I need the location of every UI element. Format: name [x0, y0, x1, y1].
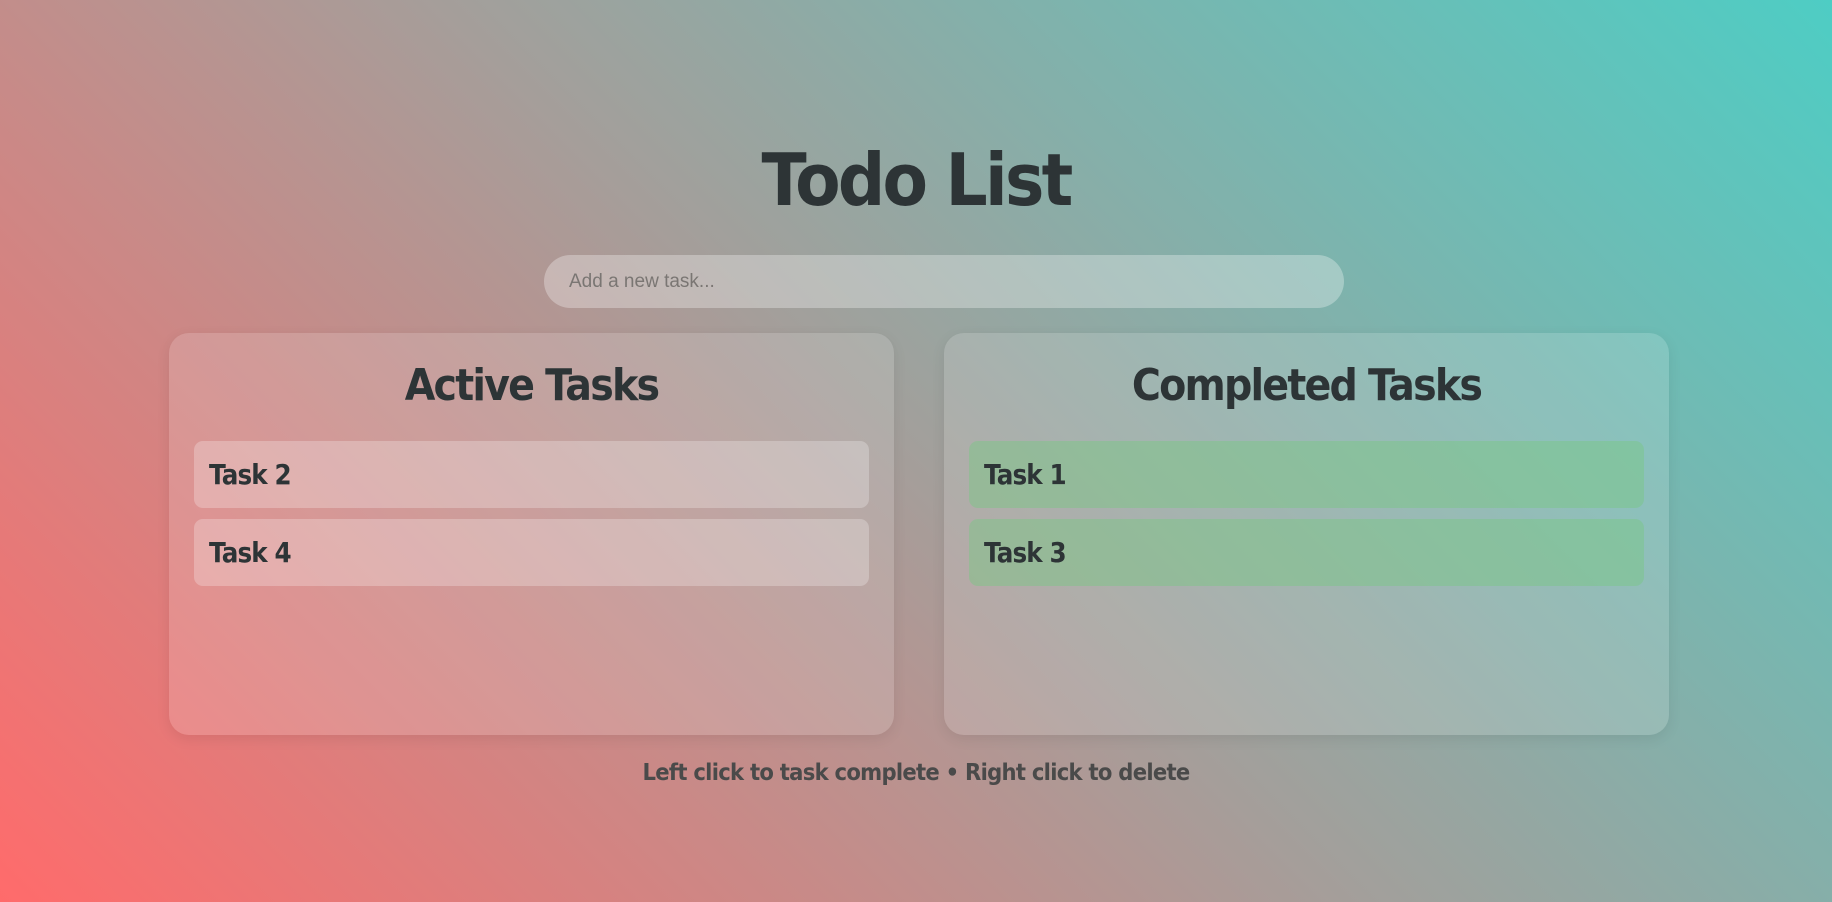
task-label: Task 3	[984, 536, 1067, 569]
active-task-item[interactable]: Task 2	[194, 441, 869, 508]
task-label: Task 1	[984, 458, 1067, 491]
usage-hint: Left click to task complete • Right clic…	[642, 760, 1191, 786]
completed-tasks-heading: Completed Tasks	[1131, 360, 1483, 411]
new-task-input[interactable]	[544, 255, 1344, 308]
completed-task-item[interactable]: Task 3	[969, 519, 1644, 586]
completed-task-item[interactable]: Task 1	[969, 441, 1644, 508]
todo-app: Todo List Active Tasks Completed Tasks T…	[0, 0, 1832, 902]
active-tasks-heading: Active Tasks	[404, 360, 660, 411]
task-label: Task 4	[209, 536, 292, 569]
page-title: Todo List	[761, 138, 1073, 222]
task-label: Task 2	[209, 458, 292, 491]
active-task-item[interactable]: Task 4	[194, 519, 869, 586]
